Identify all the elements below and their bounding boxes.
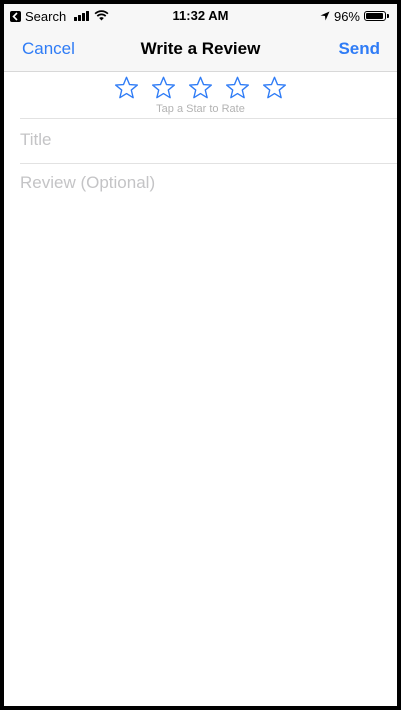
divider [20,163,397,164]
nav-bar: Cancel Write a Review Send [4,28,397,72]
star-1-icon[interactable] [114,76,139,100]
star-rating [4,76,397,100]
location-arrow-icon [320,9,330,24]
review-input[interactable] [20,171,381,691]
star-2-icon[interactable] [151,76,176,100]
battery-percent: 96% [333,8,360,24]
cancel-button[interactable]: Cancel [22,39,75,59]
battery-cap [387,14,389,18]
send-button[interactable]: Send [338,39,380,59]
screen: Search 11:32 AM 96% Cancel Write a Revie… [4,4,397,706]
status-bar: Search 11:32 AM 96% [4,4,397,28]
star-3-icon[interactable] [188,76,213,100]
battery-icon [364,11,386,21]
title-input[interactable] [20,128,381,152]
star-5-icon[interactable] [262,76,287,100]
rating-hint: Tap a Star to Rate [156,103,245,115]
battery-level [366,13,383,19]
star-4-icon[interactable] [225,76,250,100]
divider [20,118,397,119]
status-right: 96% [320,8,389,24]
